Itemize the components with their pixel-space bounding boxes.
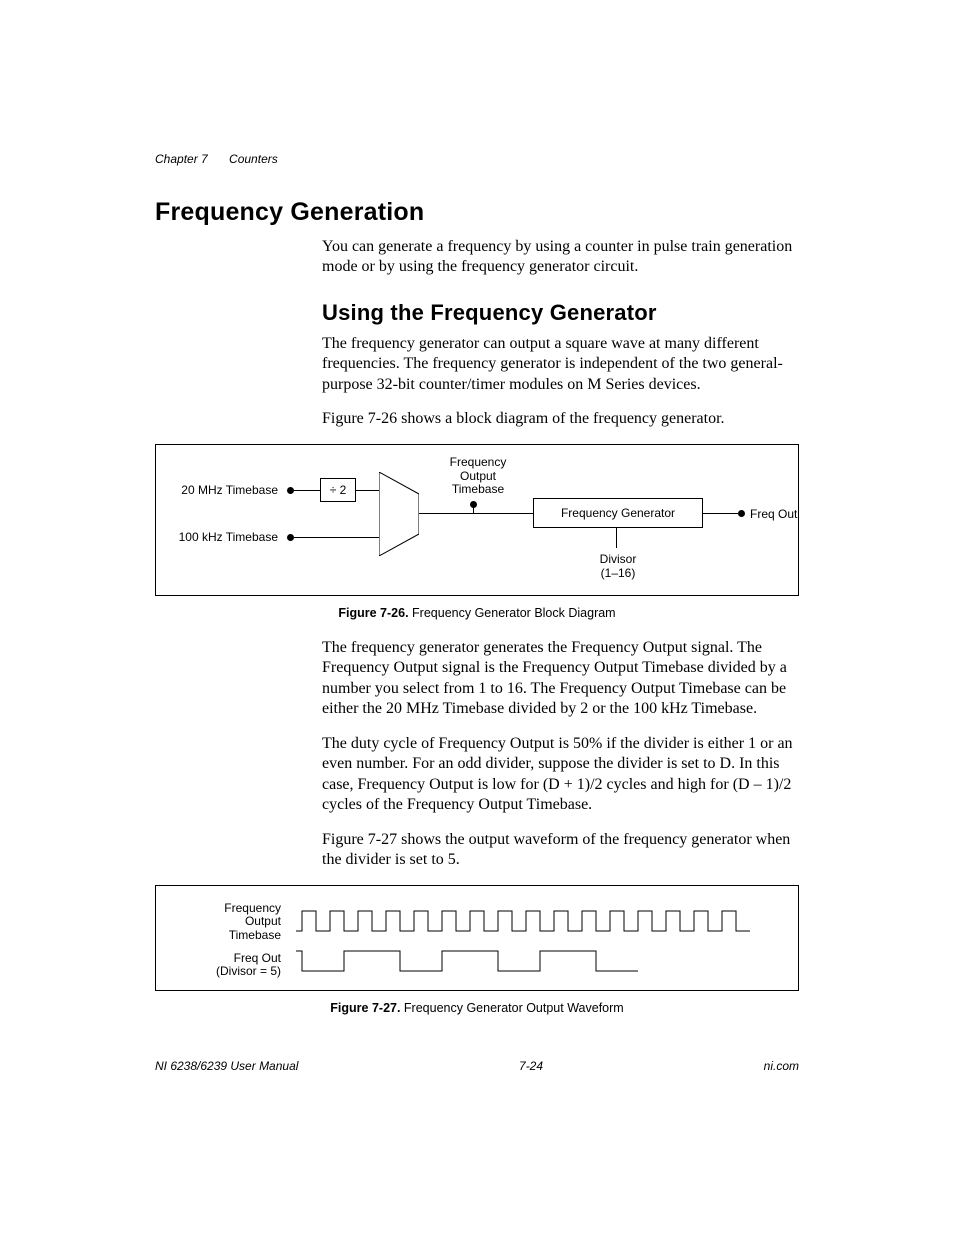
label-freq-out: Freq Out: [750, 507, 810, 521]
freq-out-waveform-icon: [296, 949, 756, 977]
label-20mhz-timebase: 20 MHz Timebase: [181, 483, 278, 497]
frequency-generator-label: Frequency Generator: [561, 506, 675, 520]
figure-7-26-caption: Figure 7-26. Frequency Generator Block D…: [155, 606, 799, 620]
connector-line: [616, 528, 617, 548]
paragraph: The frequency generator generates the Fr…: [322, 638, 799, 720]
paragraph: The frequency generator can output a squ…: [322, 334, 799, 395]
connector-line: [419, 513, 533, 514]
connector-line: [356, 490, 379, 491]
divide-by-2-label: ÷ 2: [330, 483, 347, 497]
label-frequency-output-timebase: Frequency Output Timebase: [438, 456, 518, 497]
paragraph: You can generate a frequency by using a …: [322, 237, 799, 278]
timebase-waveform-icon: [296, 909, 756, 937]
node-dot-icon: [287, 534, 294, 541]
mux-icon: [379, 472, 419, 556]
connector-line: [294, 490, 320, 491]
figure-7-27-caption: Figure 7-27. Frequency Generator Output …: [155, 1001, 799, 1015]
figure-7-27: Frequency Output Timebase Freq Out (Divi…: [155, 885, 799, 991]
label-freq-out-divisor-5: Freq Out (Divisor = 5): [201, 952, 281, 980]
chapter-label: Chapter 7: [155, 152, 208, 166]
footer-page-number: 7-24: [519, 1059, 543, 1073]
divide-by-2-box: ÷ 2: [320, 478, 356, 502]
heading-frequency-generation: Frequency Generation: [155, 198, 799, 227]
connector-line: [703, 513, 738, 514]
label-frequency-output-timebase: Frequency Output Timebase: [201, 902, 281, 943]
page-footer: NI 6238/6239 User Manual 7-24 ni.com: [155, 1059, 799, 1073]
frequency-generator-box: Frequency Generator: [533, 498, 703, 528]
running-header: Chapter 7 Counters: [155, 152, 278, 166]
figure-7-26: 20 MHz Timebase ÷ 2 100 kHz Timebase Fre…: [155, 444, 799, 596]
footer-site: ni.com: [764, 1059, 799, 1073]
paragraph: Figure 7-26 shows a block diagram of the…: [322, 409, 799, 429]
label-100khz-timebase: 100 kHz Timebase: [179, 530, 278, 544]
footer-manual-title: NI 6238/6239 User Manual: [155, 1059, 298, 1073]
node-dot-icon: [738, 510, 745, 517]
paragraph: The duty cycle of Frequency Output is 50…: [322, 734, 799, 816]
heading-using-frequency-generator: Using the Frequency Generator: [322, 300, 799, 326]
connector-line: [294, 537, 379, 538]
paragraph: Figure 7-27 shows the output waveform of…: [322, 830, 799, 871]
label-divisor: Divisor (1–16): [576, 553, 660, 581]
node-dot-icon: [287, 487, 294, 494]
page: Chapter 7 Counters Frequency Generation …: [0, 0, 954, 1235]
section-label: Counters: [229, 152, 278, 166]
connector-line: [473, 504, 474, 513]
